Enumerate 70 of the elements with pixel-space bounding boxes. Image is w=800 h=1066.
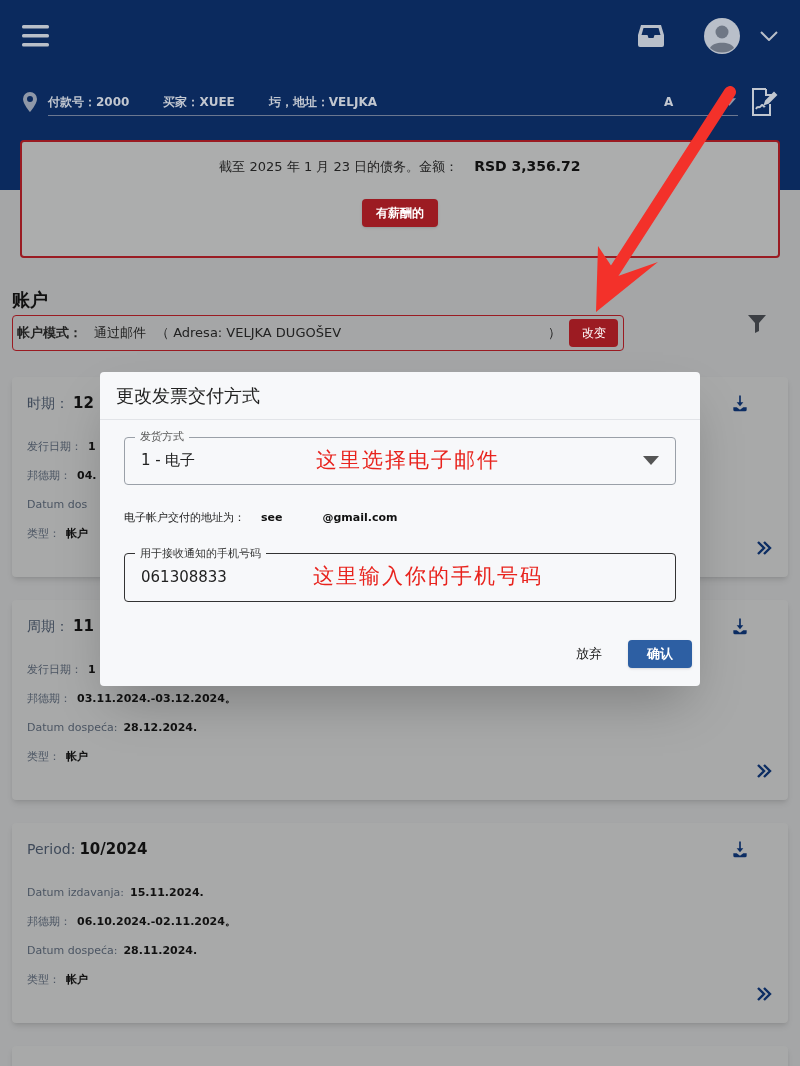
field-label: Datum dospeća: (27, 942, 118, 959)
change-button[interactable]: 改变 (569, 319, 618, 347)
field-value: 帐户 (66, 748, 88, 765)
menu-icon[interactable] (22, 24, 49, 48)
field-label: 邦德期： (27, 913, 71, 930)
double-chevron-icon[interactable] (756, 987, 772, 1001)
address-select[interactable]: 付款号：2000 买家：XUEE 圬，地址：VELJKA (48, 87, 568, 116)
download-icon[interactable] (730, 393, 750, 414)
phone-field[interactable]: 用于接收通知的手机号码 061308833 这里输入你的手机号码 (124, 546, 676, 602)
download-icon[interactable] (730, 839, 750, 860)
field-label: 类型： (27, 525, 60, 542)
filter-icon[interactable] (748, 315, 766, 333)
period-label: 周期： (27, 616, 69, 636)
location-pin-icon (22, 92, 38, 112)
field-value: 06.10.2024.-02.11.2024。 (77, 913, 236, 930)
annotation-text: 这里选择电子邮件 (315, 446, 500, 474)
field-label: 邦德期： (27, 467, 71, 484)
account-mode-address: （ Adresa: VELJKA DUGOŠEV (156, 324, 342, 343)
pay-button[interactable]: 有薪酬的 (362, 199, 438, 227)
field-value: 04. (77, 467, 97, 484)
annotation-text: 这里输入你的手机号码 (312, 563, 543, 591)
period-label: Period: (27, 839, 76, 859)
debt-text: 截至 2025 年 1 月 23 日的债务。金额： (219, 157, 459, 176)
field-label: 发行日期： (27, 438, 82, 455)
field-value: 帐户 (66, 525, 88, 542)
dropdown-arrow-icon (643, 456, 659, 465)
field-value: 帐户 (66, 971, 88, 988)
period-value: 10/2024 (79, 839, 148, 860)
account-mode-label: 帐户模式： (17, 324, 82, 343)
field-label: 邦德期： (27, 690, 71, 707)
field-label: Datum izdavanja: (27, 884, 124, 901)
double-chevron-icon[interactable] (756, 541, 772, 555)
address-text: 买家：XUEE (163, 93, 235, 111)
confirm-button[interactable]: 确认 (628, 639, 692, 668)
field-value: 1 (88, 438, 96, 455)
field-value: 28.12.2024. (123, 719, 198, 736)
field-value: 15.11.2024. (130, 884, 204, 901)
field-label: Datum dospeća: (27, 719, 118, 736)
field-label: 发行日期： (27, 661, 82, 678)
email-label: 电子帐户交付的地址为： (124, 510, 245, 526)
address-text: A (664, 93, 674, 111)
email-text: see (261, 510, 283, 526)
field-value: 03.11.2024.-03.12.2024。 (77, 690, 236, 707)
period-value: 11 (73, 616, 94, 637)
field-value: 1 (88, 661, 96, 678)
cancel-button[interactable]: 放弃 (576, 643, 602, 664)
email-text: @gmail.com (322, 510, 398, 526)
period-label: 时期： (27, 393, 69, 413)
download-icon[interactable] (730, 616, 750, 637)
address-text: 付款号：2000 (48, 93, 130, 111)
phone-label: 用于接收通知的手机号码 (139, 546, 262, 561)
double-chevron-icon[interactable] (756, 764, 772, 778)
address-text: 圬，地址：VELJKA (268, 93, 377, 111)
delivery-value: 1 - 电子 (141, 450, 196, 472)
field-label: Datum dos (27, 496, 88, 513)
delivery-select[interactable]: 发货方式 1 - 电子 这里选择电子邮件 (124, 430, 676, 485)
field-value: 28.11.2024. (123, 942, 198, 959)
period-value: 12 (73, 393, 94, 414)
avatar-icon[interactable] (704, 18, 740, 54)
inbox-icon[interactable] (638, 25, 664, 47)
phone-value: 061308833 (141, 566, 227, 588)
delivery-label: 发货方式 (139, 430, 185, 444)
accounts-title: 账户 (12, 288, 49, 312)
debt-amount: RSD 3,356.72 (474, 157, 581, 176)
chevron-down-icon[interactable] (760, 31, 778, 41)
account-mode-paren: ） (548, 324, 561, 343)
field-label: 类型： (27, 748, 60, 765)
account-mode-value: 通过邮件 (94, 324, 146, 343)
dialog-title: 更改发票交付方式 (100, 372, 700, 420)
field-label: 类型： (27, 971, 60, 988)
